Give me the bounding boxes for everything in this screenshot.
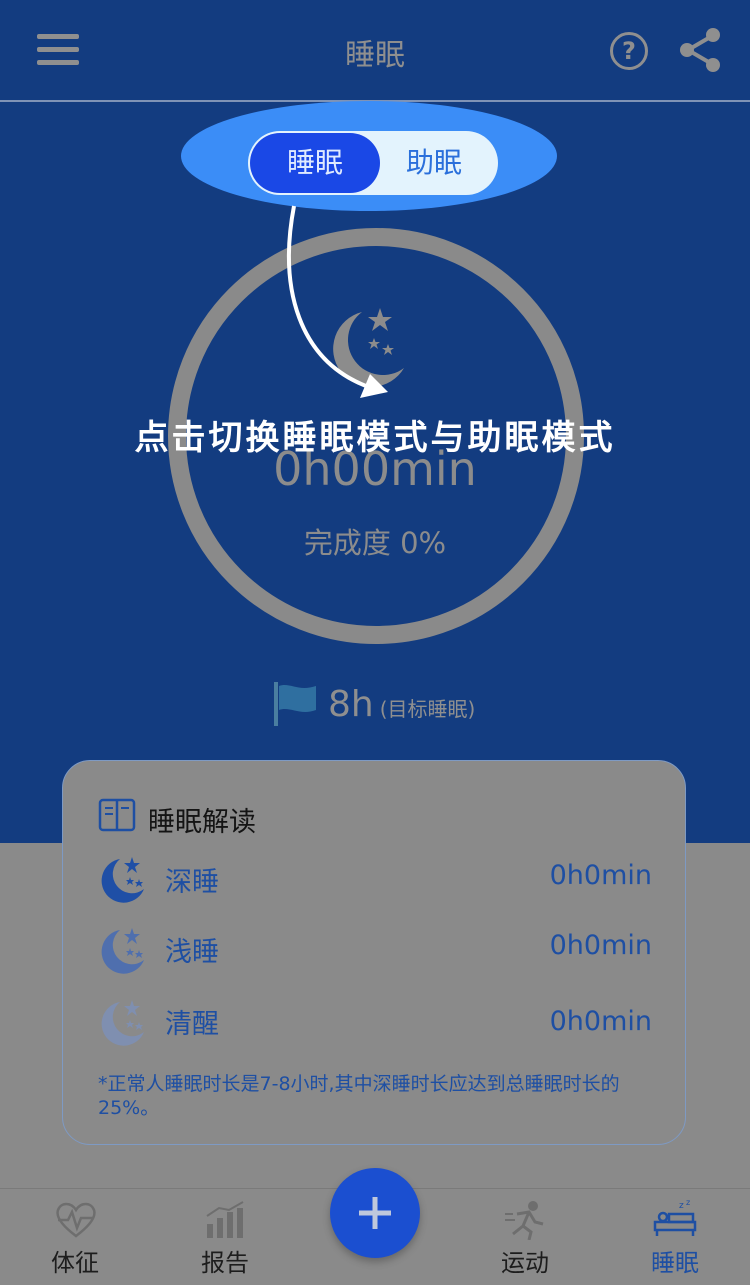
sleep-mode-tab[interactable]: 睡眠 (250, 133, 380, 193)
help-icon[interactable]: ? (610, 32, 648, 70)
share-icon[interactable] (678, 26, 722, 74)
deep-sleep-value: 0h0min (549, 860, 652, 891)
guide-text: 点击切换睡眠模式与助眠模式 (134, 418, 616, 458)
awake-value: 0h0min (549, 1006, 652, 1037)
sleep-note: *正常人睡眠时长是7-8小时,其中深睡时长应达到总睡眠时长的25%。 (98, 1073, 620, 1119)
tab-report[interactable]: 报告 (180, 1243, 270, 1278)
tab-vitals[interactable]: 体征 (30, 1243, 120, 1278)
sleep-aid-mode-tab[interactable]: 助眠 (370, 133, 498, 193)
awake-label: 清醒 (165, 1009, 219, 1040)
light-sleep-label: 浅睡 (165, 937, 219, 968)
sleep-target[interactable]: 8h (目标睡眠) (328, 684, 475, 725)
awake-icon (101, 1000, 144, 1046)
app-header: 睡眠 ? (0, 0, 750, 102)
deep-sleep-icon (101, 857, 144, 903)
runner-icon[interactable] (503, 1200, 547, 1240)
svg-text:z: z (686, 1198, 690, 1207)
bar-chart-icon[interactable] (203, 1200, 247, 1240)
guide-arrow-icon (287, 205, 388, 398)
tab-exercise[interactable]: 运动 (480, 1243, 570, 1278)
light-sleep-value: 0h0min (549, 930, 652, 961)
plus-icon (359, 1197, 391, 1229)
bed-icon[interactable]: z z (653, 1198, 697, 1238)
add-button[interactable] (330, 1168, 420, 1258)
heart-pulse-icon[interactable] (54, 1200, 98, 1240)
target-label: (目标睡眠) (379, 697, 476, 721)
completion-text: 完成度 0% (303, 526, 447, 560)
svg-text:z: z (679, 1201, 684, 1211)
target-value: 8h (328, 684, 374, 725)
book-icon (98, 798, 136, 832)
tab-sleep[interactable]: 睡眠 (630, 1243, 720, 1278)
card-title: 睡眠解读 (148, 807, 256, 838)
light-sleep-icon (101, 928, 144, 974)
flag-icon (274, 682, 316, 726)
deep-sleep-label: 深睡 (165, 867, 219, 898)
